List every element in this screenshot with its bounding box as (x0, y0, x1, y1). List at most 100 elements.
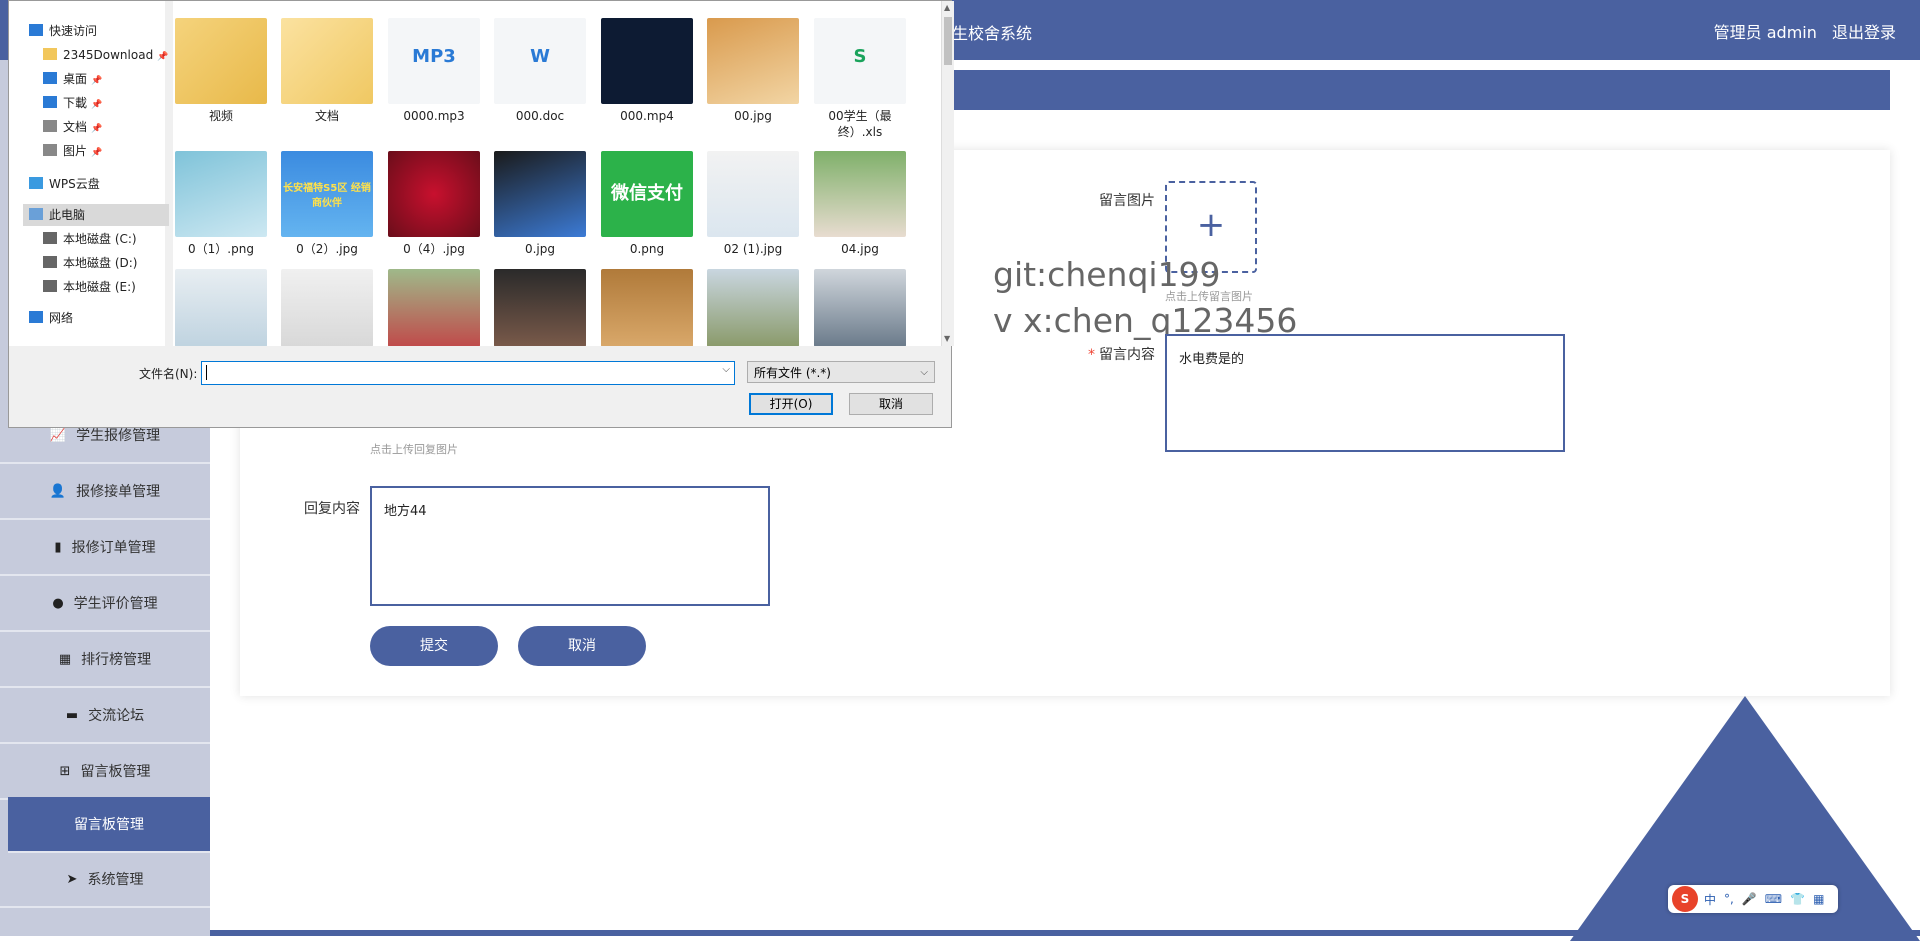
file-name: 02 (1).jpg (723, 242, 783, 256)
mp4-thumbnail (601, 18, 693, 104)
file-item[interactable]: 00.jpg (703, 18, 803, 124)
plus-icon: + (1196, 205, 1226, 245)
ime-item-1[interactable]: °, (1724, 892, 1734, 906)
ime-item-3[interactable]: ⌨ (1765, 892, 1782, 906)
file-item[interactable]: W 000.doc (490, 18, 590, 124)
photo-dog-thumbnail (707, 18, 799, 104)
tree-item-label: 图片 (63, 144, 88, 158)
file-scrollbar[interactable]: ▲ ▼ (941, 1, 954, 346)
tree-item-label: 本地磁盘 (C:) (63, 232, 137, 246)
tree-item-label: 文档 (63, 120, 88, 134)
tree-item-0[interactable]: 快速访问 (29, 20, 97, 42)
chevron-down-icon[interactable]: ⌵ (722, 364, 730, 375)
file-item[interactable]: 视频 (173, 18, 271, 124)
photo-thumbnail (494, 269, 586, 346)
tree-item-label: WPS云盘 (49, 177, 100, 191)
scroll-down-icon[interactable]: ▼ (944, 334, 950, 343)
file-open-dialog: 快速访问 2345Download 📌 桌面 📌 下載 📌 文档 📌 图片 📌 WPS云盘 此电脑 本地磁… (8, 0, 954, 428)
ime-item-4[interactable]: 👕 (1790, 892, 1805, 906)
file-item[interactable]: 0（1）.png (173, 151, 271, 257)
file-name: 0.jpg (524, 242, 556, 256)
bottom-line (210, 930, 1920, 936)
sidebar-item-7[interactable]: 留言板管理 (8, 797, 210, 853)
tree-item-2[interactable]: 桌面 📌 (43, 68, 102, 90)
file-item[interactable] (277, 269, 377, 346)
grid-icon: ▦ (58, 651, 72, 667)
tree-item-3[interactable]: 下載 📌 (43, 92, 102, 114)
tree-item-1[interactable]: 2345Download 📌 (43, 44, 168, 66)
file-badge: S (853, 46, 867, 67)
tree-item-7[interactable]: 此电脑 (23, 204, 169, 226)
sidebar-item-label: 留言板管理 (80, 764, 151, 780)
tree-item-label: 2345Download (63, 48, 154, 62)
scroll-up-icon[interactable]: ▲ (944, 3, 950, 12)
sidebar-item-6[interactable]: ⊞ 留言板管理 (0, 744, 210, 800)
chevron-down-icon: ⌵ (920, 367, 928, 378)
logout-link[interactable]: 退出登录 (1832, 23, 1896, 42)
file-item[interactable]: 0.jpg (490, 151, 590, 257)
ime-item-5[interactable]: ▦ (1813, 892, 1824, 906)
file-item[interactable] (173, 269, 271, 346)
reply-textarea[interactable]: 地方44 (370, 486, 770, 606)
folder-thumbnail (281, 18, 373, 104)
monitor-icon: ▬ (65, 707, 79, 723)
dialog-cancel-button[interactable]: 取消 (849, 393, 933, 415)
chart-icon: 📈 (49, 427, 67, 443)
cancel-button[interactable]: 取消 (518, 626, 646, 666)
tree-item-4[interactable]: 文档 📌 (43, 116, 102, 138)
photo-doctor-thumbnail (707, 151, 799, 237)
tree-item-9[interactable]: 本地磁盘 (D:) (43, 252, 137, 274)
ime-item-0[interactable]: 中 (1704, 891, 1716, 908)
file-item[interactable]: 0（4）.jpg (384, 151, 484, 257)
file-item[interactable]: 02 (1).jpg (703, 151, 803, 257)
tree-item-11[interactable]: 网络 (29, 307, 73, 329)
pin-icon: 📌 (157, 52, 169, 62)
scroll-thumb[interactable] (944, 17, 952, 65)
sidebar-item-8[interactable]: ➤ 系统管理 (0, 852, 210, 908)
tree-item-10[interactable]: 本地磁盘 (E:) (43, 276, 136, 298)
file-item[interactable]: 微信支付 0.png (597, 151, 697, 257)
file-name: 文档 (314, 109, 339, 123)
system-title: 生校舍系统 (952, 24, 1033, 43)
tree-item-5[interactable]: 图片 📌 (43, 140, 102, 162)
pin-icon: 📌 (91, 76, 103, 86)
sidebar-item-2[interactable]: ▮ 报修订单管理 (0, 520, 210, 576)
ime-toolbar[interactable]: S 中 °, 🎤 ⌨ 👕 ▦ (1668, 885, 1838, 913)
file-item[interactable] (384, 269, 484, 346)
file-item[interactable] (597, 269, 697, 346)
sidebar-item-5[interactable]: ▬ 交流论坛 (0, 688, 210, 744)
document-icon (43, 120, 57, 132)
file-item[interactable]: 长安福特S5区 经销商伙伴 0（2）.jpg (277, 151, 377, 257)
photo-roses-thumbnail (388, 151, 480, 237)
reply-label: 回复内容 (304, 501, 360, 517)
picture-icon (43, 144, 57, 156)
file-item[interactable]: 文档 (277, 18, 377, 124)
sidebar-item-1[interactable]: 👤 报修接单管理 (0, 464, 210, 520)
file-item[interactable]: S 00学生（最终）.xls (810, 18, 910, 140)
folder-icon (43, 48, 57, 60)
file-item[interactable]: 04.jpg (810, 151, 910, 257)
photo-thumbnail (175, 151, 267, 237)
desktop-icon (43, 72, 57, 84)
tree-item-8[interactable]: 本地磁盘 (C:) (43, 228, 137, 250)
file-name: 04.jpg (841, 242, 879, 256)
file-type-select[interactable]: 所有文件 (*.*) ⌵ (747, 361, 935, 383)
sidebar-item-4[interactable]: ▦ 排行榜管理 (0, 632, 210, 688)
drive-icon (43, 256, 57, 268)
tree-item-6[interactable]: WPS云盘 (29, 173, 100, 195)
tree-item-label: 此电脑 (49, 208, 86, 222)
open-button[interactable]: 打开(O) (749, 393, 833, 415)
file-item[interactable] (810, 269, 910, 346)
filename-input[interactable]: ⌵ (201, 361, 735, 385)
banner-thumbnail: 长安福特S5区 经销商伙伴 (281, 151, 373, 237)
sidebar-item-label: 学生报修管理 (76, 428, 161, 444)
file-item[interactable]: MP3 0000.mp3 (384, 18, 484, 124)
sidebar-item-3[interactable]: ● 学生评价管理 (0, 576, 210, 632)
submit-button[interactable]: 提交 (370, 626, 498, 666)
photo-thumbnail (814, 269, 906, 346)
content-textarea[interactable]: 水电费是的 (1165, 334, 1565, 452)
file-item[interactable] (703, 269, 803, 346)
file-item[interactable]: 000.mp4 (597, 18, 697, 124)
file-item[interactable] (490, 269, 590, 346)
ime-item-2[interactable]: 🎤 (1742, 892, 1757, 906)
